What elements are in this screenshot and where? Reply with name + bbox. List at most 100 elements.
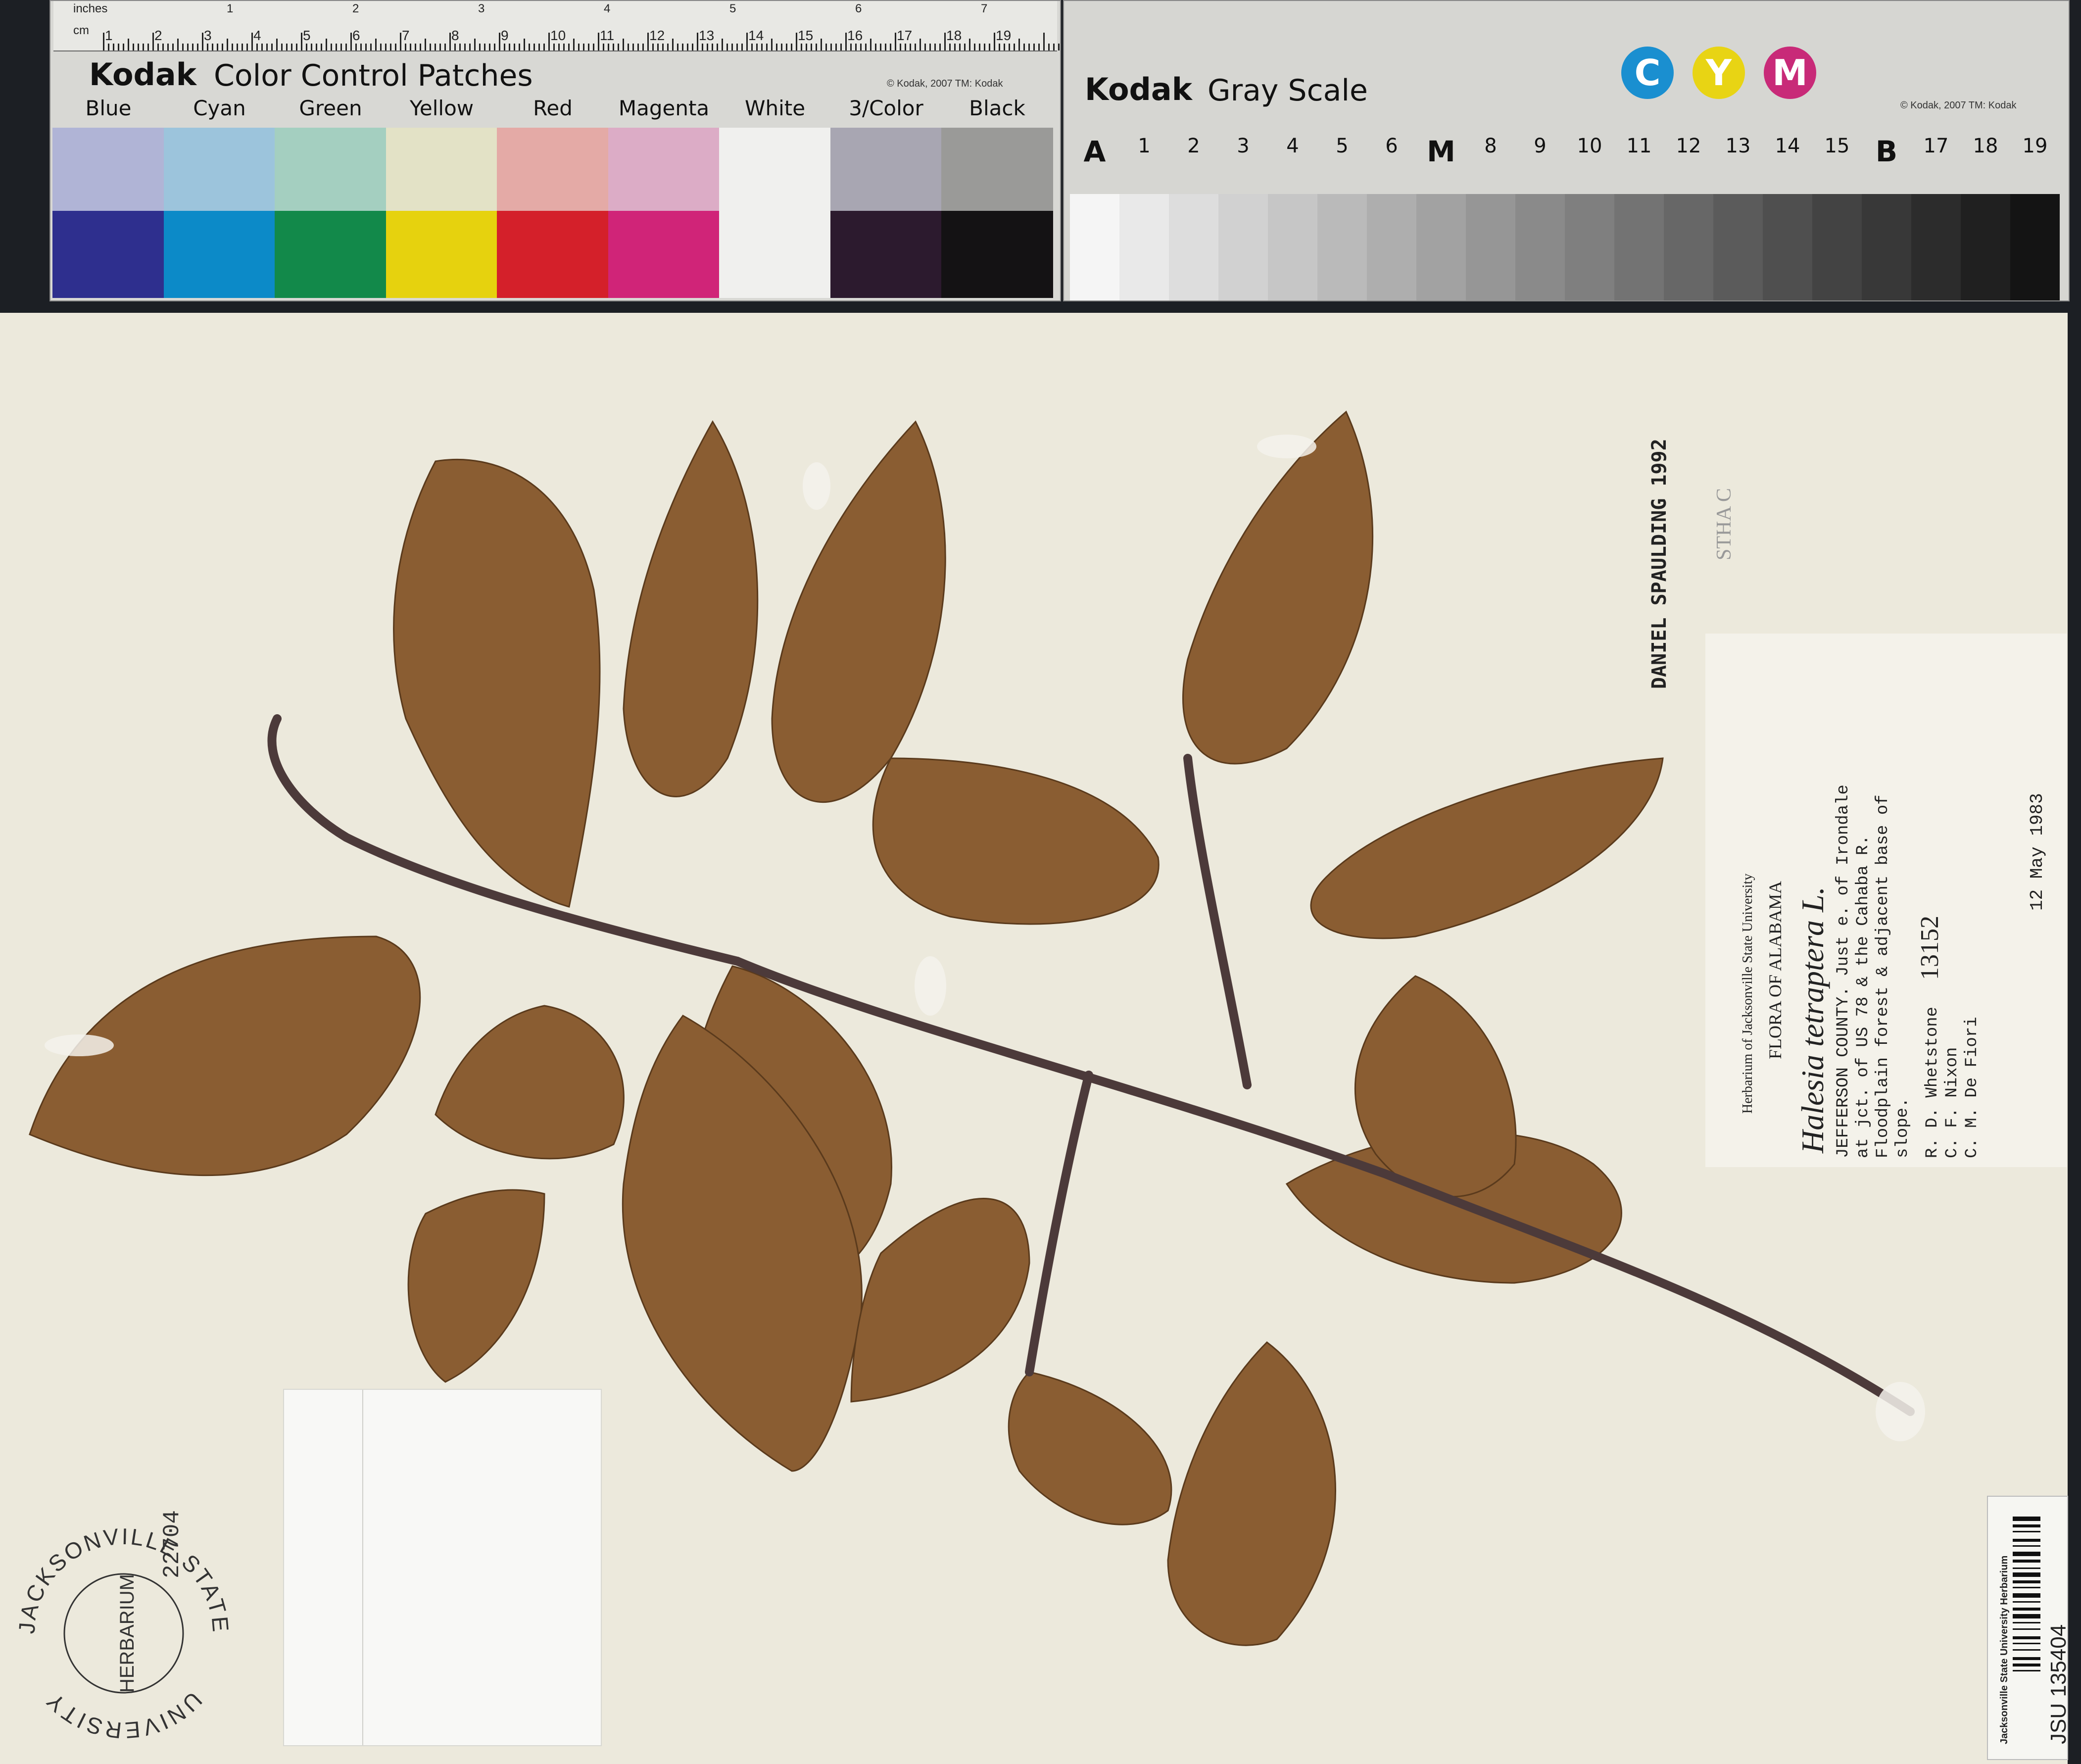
ruler-tick	[939, 44, 941, 50]
barcode-bar	[2013, 1649, 2040, 1651]
ruler-tick	[801, 44, 802, 50]
ruler-cm-number: 7	[402, 28, 410, 43]
ruler-tick	[251, 33, 253, 50]
barcode-bar	[2013, 1593, 2040, 1598]
barcode-bar	[2013, 1608, 2040, 1611]
ruler-tick	[543, 44, 545, 50]
ruler-tick	[628, 44, 629, 50]
ruler-tick	[1023, 44, 1025, 50]
gray-patch	[1119, 194, 1169, 300]
leaf	[771, 420, 946, 803]
color-patch-dark	[941, 211, 1053, 298]
patch-label: Magenta	[618, 96, 710, 120]
gray-patch	[1268, 194, 1317, 300]
label-locality-1: JEFFERSON COUNTY. Just e. of Irondale	[1834, 784, 1853, 1158]
patch-label: Black	[969, 96, 1025, 120]
ruler-tick	[657, 44, 659, 50]
gray-patch	[1763, 194, 1812, 300]
ruler-tick	[1033, 44, 1035, 50]
gray-step-label: 5	[1336, 135, 1349, 157]
gray-step-label: 18	[1973, 135, 1998, 157]
ruler-tick	[712, 44, 713, 50]
ruler-tick	[623, 39, 624, 50]
ruler-tick	[598, 33, 599, 50]
ruler-tick	[835, 44, 837, 50]
ruler-tick	[395, 44, 396, 50]
barcode-bar	[2013, 1539, 2040, 1542]
ruler-tick	[954, 44, 956, 50]
ruler-tick	[449, 33, 451, 50]
barcode-bar	[2013, 1614, 2040, 1618]
ruler-cm-number: 4	[253, 28, 261, 43]
barcode-bar	[2013, 1531, 2040, 1532]
patch-label: Cyan	[193, 96, 246, 120]
ruler-tick	[924, 44, 926, 50]
ruler-tick	[167, 44, 169, 50]
ruler-tick	[771, 39, 773, 50]
label-date: 12 May 1983	[2027, 793, 2047, 911]
ruler-tick	[702, 44, 703, 50]
gray-step-label: 13	[1725, 135, 1751, 157]
ruler-tick	[489, 44, 490, 50]
ruler-cm-number: 8	[451, 28, 459, 43]
gray-scale-card: Kodak Gray Scale © Kodak, 2007 TM: Kodak…	[1063, 0, 2070, 301]
ruler-tick	[647, 33, 649, 50]
branch	[1183, 754, 1252, 1089]
ruler-tick	[242, 44, 243, 50]
gray-patch	[1911, 194, 1961, 300]
ruler-tick	[311, 44, 312, 50]
barcode-bar	[2013, 1572, 2040, 1577]
color-patch-light	[830, 128, 942, 211]
ruler-tick	[439, 44, 441, 50]
ruler-tick	[430, 44, 431, 50]
ruler-tick	[726, 44, 728, 50]
svg-text:UNIVERSITY: UNIVERSITY	[40, 1687, 207, 1743]
color-patch-dark	[830, 211, 942, 298]
card-copyright: © Kodak, 2007 TM: Kodak	[1900, 100, 2017, 111]
ruler-cm-number: 5	[303, 28, 311, 43]
leaf	[1310, 757, 1664, 939]
ruler-tick	[746, 33, 748, 50]
ruler-tick	[934, 44, 936, 50]
annotation-code: STHA C	[1713, 488, 1736, 560]
patch-labels: Blue Cyan Green Yellow Red Magenta White 3/Colo…	[50, 96, 1060, 126]
ruler-cm-number: 15	[798, 28, 814, 43]
barcode-bar	[2013, 1643, 2040, 1644]
ruler-tick	[741, 44, 743, 50]
color-patch-dark	[52, 211, 164, 298]
ruler-tick	[123, 44, 124, 50]
ruler-tick	[642, 44, 644, 50]
ruler-tick	[340, 44, 342, 50]
ruler-tick	[237, 44, 238, 50]
ruler-tick	[558, 44, 560, 50]
ruler-tick	[143, 44, 144, 50]
barcode-bar	[2013, 1545, 2040, 1547]
gray-step-label: 19	[2022, 135, 2048, 157]
ruler-unit-cm: cm	[73, 24, 89, 37]
ruler-tick	[375, 39, 377, 50]
ruler-tick	[316, 44, 317, 50]
ruler-tick	[197, 44, 198, 50]
ruler-tick	[128, 39, 129, 50]
ruler-tick	[533, 44, 535, 50]
label-locality-4: slope.	[1893, 1097, 1912, 1158]
ruler-tick	[454, 44, 456, 50]
barcode-bar	[2013, 1664, 2040, 1666]
ruler-tick	[880, 44, 881, 50]
ruler-tick	[944, 33, 946, 50]
ruler-tick	[989, 44, 990, 50]
annotation-stamp: DANIEL SPAULDING 1992	[1648, 439, 1671, 689]
barcode-bar	[2013, 1601, 2040, 1603]
ruler-cm-number: 9	[501, 28, 509, 43]
ruler-tick	[1004, 44, 1005, 50]
barcode	[2013, 1517, 2040, 1734]
ruler-tick	[949, 44, 951, 50]
ruler-tick	[608, 44, 609, 50]
color-patch-dark	[163, 211, 276, 298]
ruler-tick	[588, 44, 589, 50]
ruler-cm-number: 18	[946, 28, 962, 43]
ruler-tick	[959, 44, 961, 50]
ruler-tick	[811, 44, 812, 50]
barcode-bar	[2013, 1587, 2040, 1588]
mounting-tape	[1876, 1382, 1925, 1441]
